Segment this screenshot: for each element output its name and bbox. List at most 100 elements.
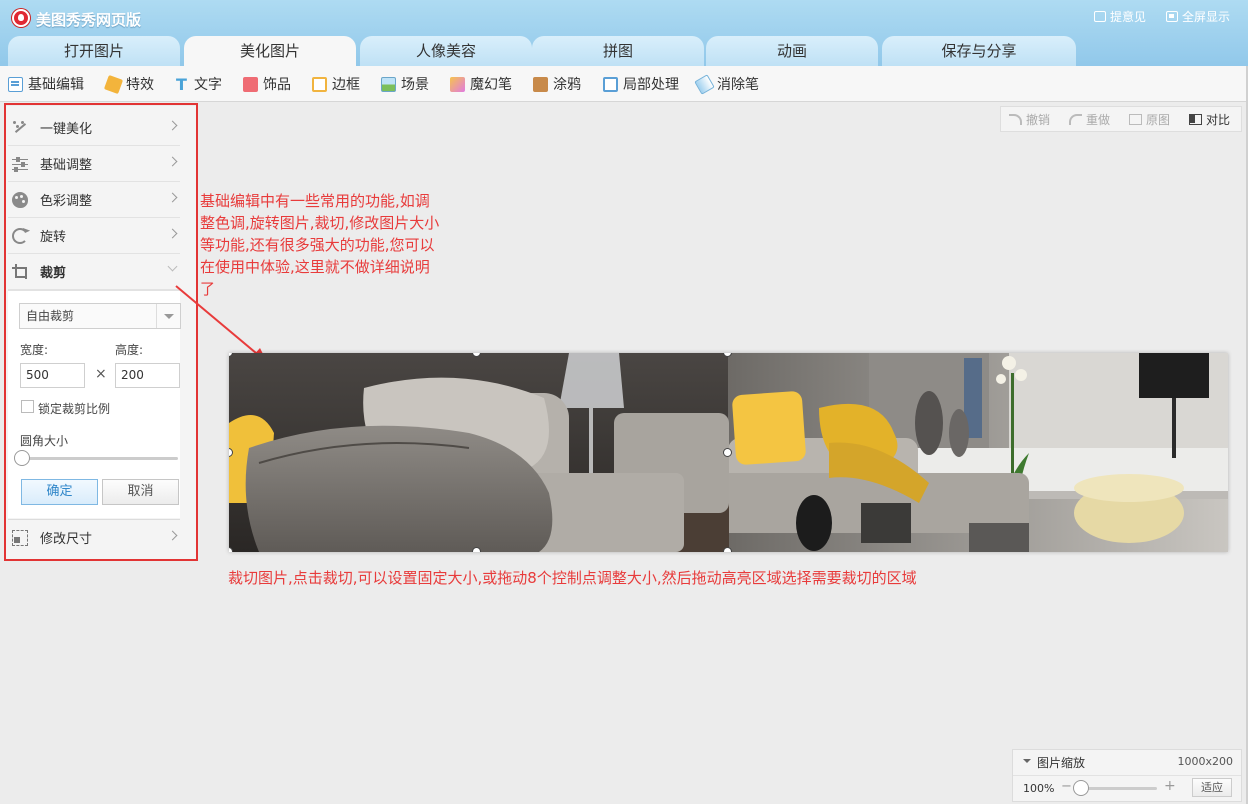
undo-button[interactable]: 撤销 — [1009, 107, 1050, 131]
chevron-right-icon — [167, 192, 178, 203]
chevron-right-icon — [167, 530, 178, 541]
tool-label: 基础编辑 — [28, 77, 84, 93]
tab-beautify-image[interactable]: 美化图片 — [184, 36, 356, 67]
edit-toolbar: 基础编辑 特效 T 文字 饰品 边框 场景 魔幻笔 涂鸦 局部处理 消除笔 — [0, 66, 1248, 102]
menu-label: 色彩调整 — [40, 194, 93, 209]
zoom-title: 图片缩放 — [1037, 756, 1086, 770]
height-label: 高度: — [115, 343, 144, 357]
tool-label: 魔幻笔 — [470, 77, 512, 93]
menu-resize[interactable]: 修改尺寸 — [8, 519, 180, 555]
crop-annotation: 裁切图片,点击裁切,可以设置固定大小,或拖动8个控制点调整大小,然后拖动高亮区域… — [228, 569, 917, 587]
crop-mode-value: 自由裁剪 — [26, 309, 75, 323]
tool-label: 特效 — [126, 77, 154, 93]
tool-local-process[interactable]: 局部处理 — [603, 66, 679, 102]
confirm-button[interactable]: 确定 — [21, 479, 98, 505]
feedback-link[interactable]: 提意见 — [1094, 8, 1146, 25]
menu-rotate[interactable]: 旋转 — [8, 218, 180, 254]
tool-basic-edit[interactable]: 基础编辑 — [8, 66, 84, 102]
crop-height-input[interactable]: 200 — [115, 363, 180, 388]
basic-edit-icon — [8, 76, 23, 92]
zoom-out-button[interactable]: − — [1061, 779, 1072, 794]
crop-handle-bottom-right[interactable] — [723, 547, 732, 552]
corner-radius-slider-thumb[interactable] — [14, 450, 30, 466]
compare-button[interactable]: 对比 — [1189, 107, 1230, 131]
menu-label: 修改尺寸 — [40, 532, 93, 547]
tab-collage[interactable]: 拼图 — [532, 36, 704, 66]
menu-label: 基础调整 — [40, 158, 93, 173]
original-label: 原图 — [1146, 112, 1171, 127]
menu-label: 一键美化 — [40, 122, 93, 137]
effects-icon — [103, 74, 124, 94]
undo-icon — [1009, 113, 1022, 125]
crop-handle-middle-right[interactable] — [723, 448, 732, 457]
tool-decoration[interactable]: 饰品 — [243, 66, 291, 102]
edited-photo[interactable] — [229, 353, 1228, 552]
crop-handle-bottom-middle[interactable] — [472, 547, 481, 552]
collapse-triangle-icon[interactable] — [1023, 759, 1031, 767]
fullscreen-link[interactable]: 全屏显示 — [1166, 8, 1230, 25]
tool-effects[interactable]: 特效 — [103, 66, 154, 102]
crop-icon — [12, 263, 28, 280]
basic-edit-annotation: 基础编辑中有一些常用的功能,如调整色调,旋转图片,裁切,修改图片大小等功能,还有… — [200, 192, 440, 298]
text-icon: T — [176, 74, 187, 94]
palette-icon — [12, 191, 28, 208]
fit-button[interactable]: 适应 — [1192, 778, 1232, 797]
tool-eraser-pen[interactable]: 消除笔 — [694, 66, 759, 102]
tool-label: 边框 — [332, 77, 360, 93]
rotate-icon — [12, 227, 28, 244]
title-bar: 美图秀秀网页版 提意见 全屏显示 打开图片 美化图片 人像美容 拼图 动画 保存… — [0, 0, 1248, 67]
compare-icon — [1189, 113, 1202, 125]
menu-color-adjust[interactable]: 色彩调整 — [8, 182, 180, 218]
app-title: 美图秀秀网页版 — [36, 11, 142, 29]
crop-width-input[interactable]: 500 — [20, 363, 85, 388]
tab-portrait[interactable]: 人像美容 — [360, 36, 532, 66]
menu-one-click-beautify[interactable]: 一键美化 — [8, 110, 180, 146]
corner-radius-slider[interactable] — [22, 457, 178, 460]
original-button[interactable]: 原图 — [1129, 107, 1170, 131]
tool-label: 饰品 — [263, 77, 291, 93]
chat-bubble-icon — [1094, 11, 1106, 22]
redo-button[interactable]: 重做 — [1069, 107, 1110, 131]
fullscreen-icon — [1166, 11, 1178, 22]
undo-label: 撤销 — [1026, 112, 1051, 127]
cancel-button[interactable]: 取消 — [102, 479, 179, 505]
corner-radius-label: 圆角大小 — [20, 434, 69, 448]
main-tabs: 打开图片 美化图片 人像美容 拼图 动画 保存与分享 — [0, 34, 1248, 67]
tool-scene[interactable]: 场景 — [381, 66, 429, 102]
doodle-icon — [533, 76, 548, 92]
tool-text[interactable]: T 文字 — [174, 66, 222, 102]
tab-save-share[interactable]: 保存与分享 — [882, 36, 1076, 66]
scene-icon — [381, 76, 396, 92]
tool-label: 涂鸦 — [553, 77, 581, 93]
sliders-icon — [12, 156, 28, 172]
menu-label: 旋转 — [40, 230, 67, 245]
magic-wand-icon — [12, 120, 28, 136]
tab-open-image[interactable]: 打开图片 — [8, 36, 180, 66]
divider — [1013, 775, 1241, 776]
zoom-percent: 100% — [1023, 782, 1055, 795]
redo-icon — [1069, 113, 1082, 125]
chevron-down-icon — [167, 261, 178, 272]
decoration-icon — [243, 76, 258, 92]
original-image-icon — [1129, 113, 1142, 125]
resize-icon — [12, 529, 28, 546]
tool-frame[interactable]: 边框 — [312, 66, 360, 102]
magic-pen-icon — [450, 76, 465, 92]
zoom-slider-thumb[interactable] — [1073, 780, 1089, 796]
tool-magic-pen[interactable]: 魔幻笔 — [450, 66, 512, 102]
tool-label: 消除笔 — [717, 77, 759, 93]
crop-mode-select[interactable]: 自由裁剪 — [19, 303, 181, 329]
tool-doodle[interactable]: 涂鸦 — [533, 66, 581, 102]
chevron-right-icon — [167, 156, 178, 167]
canvas-toolbar: 撤销 重做 原图 对比 — [1000, 106, 1242, 132]
tool-label: 局部处理 — [623, 77, 679, 93]
app-logo-icon — [12, 9, 30, 27]
lock-ratio-checkbox[interactable] — [21, 400, 34, 413]
menu-label: 裁剪 — [40, 266, 67, 281]
zoom-in-button[interactable]: + — [1164, 778, 1176, 794]
menu-crop[interactable]: 裁剪 — [8, 254, 180, 290]
lock-ratio-label: 锁定裁剪比例 — [38, 402, 111, 416]
tab-animation[interactable]: 动画 — [706, 36, 878, 66]
menu-basic-adjust[interactable]: 基础调整 — [8, 146, 180, 182]
frame-icon — [312, 76, 327, 92]
